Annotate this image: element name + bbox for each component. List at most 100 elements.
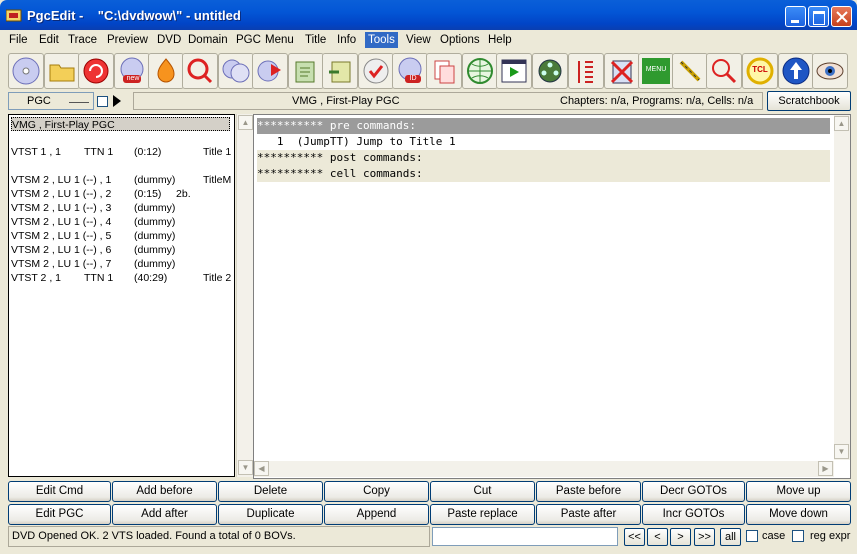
pgc-list-cell: TTN 1 [84, 272, 114, 284]
menu-preview[interactable]: Preview [104, 32, 151, 48]
menu-edit[interactable]: Edit [36, 32, 62, 48]
paste-replace-button[interactable]: Paste replace [430, 504, 535, 525]
toolbar-button-open-folder[interactable] [44, 53, 80, 89]
pgc-list-item[interactable]: VMG , First-Play PGC [11, 117, 230, 131]
pgc-list-cell: (dummy) [134, 230, 176, 242]
menu-file[interactable]: File [6, 32, 31, 48]
close-button[interactable] [831, 6, 852, 27]
toolbar-button-numbers-search[interactable] [706, 53, 742, 89]
toolbar-button-globe[interactable] [462, 53, 498, 89]
command-line[interactable]: ********** pre commands: [257, 118, 830, 134]
menu-dvd[interactable]: DVD [154, 32, 184, 48]
scroll-up-icon[interactable]: ▲ [238, 115, 253, 130]
menu-bar: File Edit Trace Preview DVD Domain PGC Menu Titl… [0, 30, 857, 49]
commands-horizontal-scrollbar[interactable]: ◀ ▶ [254, 461, 834, 477]
first-match-button[interactable]: << [624, 528, 645, 546]
minimize-button[interactable] [785, 6, 806, 27]
command-line[interactable]: 1 (JumpTT) Jump to Title 1 [257, 134, 830, 150]
commands-vertical-scrollbar[interactable]: ▲ ▼ [834, 115, 850, 460]
menu-info[interactable]: Info [334, 32, 359, 48]
edit-pgc-button[interactable]: Edit PGC [8, 504, 111, 525]
maximize-button[interactable] [808, 6, 829, 27]
previous-match-button[interactable]: < [647, 528, 668, 546]
add-before-button[interactable]: Add before [112, 481, 217, 502]
move-up-button[interactable]: Move up [746, 481, 851, 502]
minimize-icon [791, 20, 799, 23]
toolbar-button-delete-pgc[interactable] [604, 53, 640, 89]
toolbar: new ID MENU TCL [6, 51, 851, 90]
close-icon [836, 11, 848, 23]
append-button[interactable]: Append [324, 504, 429, 525]
menu-title[interactable]: Title [302, 32, 329, 48]
toolbar-button-copy-disc[interactable] [218, 53, 254, 89]
pgc-select-value: PGC [27, 95, 51, 107]
toolbar-button-navigate[interactable] [778, 53, 814, 89]
toolbar-button-export[interactable] [288, 53, 324, 89]
last-match-button[interactable]: >> [694, 528, 715, 546]
scroll-up-icon[interactable]: ▲ [834, 116, 849, 131]
menu-label: MENU [645, 66, 667, 73]
pgc-list-scrollbar[interactable]: ▲ ▼ [236, 114, 253, 477]
scroll-right-icon[interactable]: ▶ [818, 461, 833, 476]
case-checkbox[interactable] [746, 530, 758, 542]
toolbar-button-jump-disc[interactable] [252, 53, 288, 89]
pgc-list[interactable]: VMG , First-Play PGC VTST 1 , 1 TTN 1 (0:12… [8, 114, 235, 477]
scroll-down-icon[interactable]: ▼ [238, 460, 253, 475]
pgc-domain-select[interactable]: PGC [8, 92, 94, 110]
toolbar-button-reload[interactable] [78, 53, 114, 89]
toolbar-button-play-preview[interactable] [496, 53, 532, 89]
toolbar-button-open-disc[interactable] [8, 53, 44, 89]
menu-help[interactable]: Help [485, 32, 515, 48]
delete-button[interactable]: Delete [218, 481, 323, 502]
paste-after-button[interactable]: Paste after [536, 504, 641, 525]
search-input[interactable] [432, 527, 618, 546]
pgc-list-cell: VTSM 2 , LU 1 (--) , 3 [11, 202, 112, 214]
all-matches-button[interactable]: all [720, 528, 741, 546]
open-disc-icon [12, 57, 40, 85]
copy-button[interactable]: Copy [324, 481, 429, 502]
app-icon[interactable] [5, 8, 22, 22]
command-line[interactable]: ********** post commands: [257, 150, 830, 166]
incr-gotos-button[interactable]: Incr GOTOs [642, 504, 745, 525]
decr-gotos-button[interactable]: Decr GOTOs [642, 481, 745, 502]
menu-menu[interactable]: Menu [262, 32, 297, 48]
menu-view[interactable]: View [403, 32, 434, 48]
pgc-checkbox[interactable] [97, 96, 108, 107]
toolbar-button-tcl[interactable]: TCL [742, 53, 778, 89]
scratchbook-button[interactable]: Scratchbook [767, 91, 851, 111]
next-match-button[interactable]: > [670, 528, 691, 546]
duplicate-button[interactable]: Duplicate [218, 504, 323, 525]
toolbar-button-copy-file[interactable] [426, 53, 462, 89]
toolbar-button-check-disc[interactable] [358, 53, 394, 89]
toolbar-button-import[interactable] [322, 53, 358, 89]
paste-before-button[interactable]: Paste before [536, 481, 641, 502]
toolbar-button-menu[interactable]: MENU [638, 53, 674, 89]
delete-pgc-icon [610, 60, 634, 84]
menu-tools[interactable]: Tools [365, 32, 398, 48]
toolbar-button-id-disc[interactable]: ID [392, 53, 428, 89]
toolbar-button-burn[interactable] [148, 53, 184, 89]
scroll-down-icon[interactable]: ▼ [834, 444, 849, 459]
menu-options[interactable]: Options [437, 32, 483, 48]
pgc-list-cell: (0:12) [134, 146, 162, 158]
id-disc-label: ID [409, 75, 417, 82]
move-down-button[interactable]: Move down [746, 504, 851, 525]
toolbar-button-film-reel[interactable] [532, 53, 568, 89]
menu-pgc[interactable]: PGC [233, 32, 264, 48]
scroll-left-icon[interactable]: ◀ [254, 461, 269, 476]
commands-pane[interactable]: ********** pre commands: 1 (JumpTT) Jump… [253, 114, 851, 479]
menu-trace[interactable]: Trace [65, 32, 100, 48]
toolbar-button-link[interactable] [672, 53, 708, 89]
reg-expr-checkbox[interactable] [792, 530, 804, 542]
toolbar-button-list[interactable] [568, 53, 604, 89]
toolbar-button-eye[interactable] [812, 53, 848, 89]
reload-icon [83, 58, 109, 84]
toolbar-button-search-disc[interactable] [182, 53, 218, 89]
edit-cmd-button[interactable]: Edit Cmd [8, 481, 111, 502]
play-arrow-icon[interactable] [113, 95, 121, 107]
cut-button[interactable]: Cut [430, 481, 535, 502]
add-after-button[interactable]: Add after [112, 504, 217, 525]
command-line[interactable]: ********** cell commands: [257, 166, 830, 182]
menu-domain[interactable]: Domain [185, 32, 231, 48]
toolbar-button-new-disc[interactable]: new [114, 53, 150, 89]
